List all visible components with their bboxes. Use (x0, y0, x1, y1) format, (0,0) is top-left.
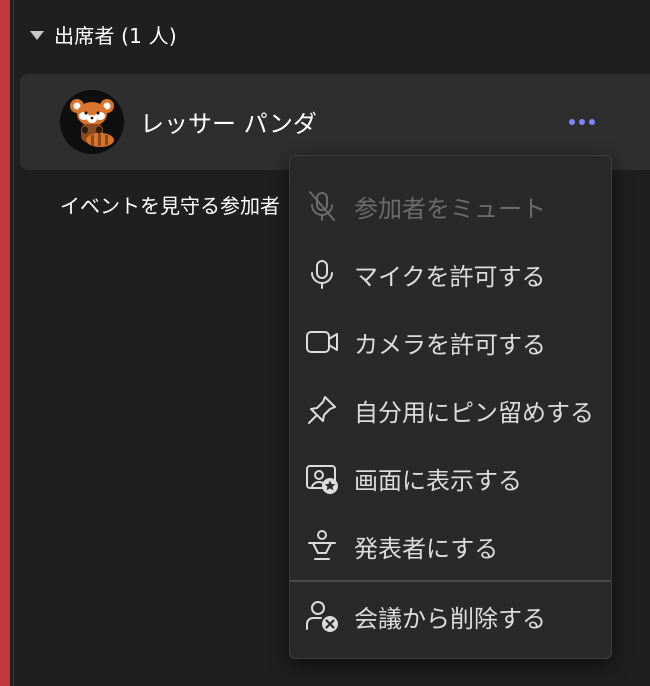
allow-camera-menu-item[interactable]: カメラを許可する (290, 314, 611, 370)
spotlight-menu-item[interactable]: 画面に表示する (290, 450, 611, 506)
spotlight-icon (305, 461, 339, 495)
red-panda-avatar (60, 90, 124, 154)
attendees-section-header[interactable]: 出席者 (1 人) (30, 18, 177, 50)
attendee-panel: 出席者 (1 人) レッサー パンダ イベントを見守る参加者 参加者をミュート … (0, 0, 650, 686)
participant-name: レッサー パンダ (140, 110, 317, 138)
accent-bar (0, 0, 10, 686)
remove-person-icon (305, 599, 339, 633)
more-options-icon-dot (589, 119, 595, 125)
menu-divider (290, 580, 611, 582)
mute-participant-label: 参加者をミュート (354, 194, 546, 223)
more-options-button[interactable] (560, 104, 604, 140)
spotlight-label: 画面に表示する (354, 466, 522, 495)
make-presenter-menu-item[interactable]: 発表者にする (290, 518, 611, 574)
more-options-icon (569, 119, 575, 125)
mute-participant-menu-item: 参加者をミュート (290, 178, 611, 234)
mic-off-icon (305, 189, 339, 223)
pin-for-me-menu-item[interactable]: 自分用にピン留めする (290, 382, 611, 438)
allow-mic-menu-item[interactable]: マイクを許可する (290, 246, 611, 302)
allow-camera-label: カメラを許可する (354, 330, 546, 359)
more-options-icon-dot (579, 119, 585, 125)
watching-participants-title: イベントを見守る参加者 (60, 194, 280, 218)
caret-down-icon[interactable] (30, 30, 44, 40)
mic-icon (305, 257, 339, 291)
pin-icon (305, 393, 339, 427)
attendees-section-title: 出席者 (1 人) (54, 23, 177, 48)
presenter-icon (305, 529, 339, 563)
pin-for-me-label: 自分用にピン留めする (354, 398, 594, 427)
allow-mic-label: マイクを許可する (354, 262, 546, 291)
remove-from-meeting-label: 会議から削除する (354, 604, 546, 633)
panel-divider (13, 0, 14, 686)
remove-from-meeting-menu-item[interactable]: 会議から削除する (290, 588, 611, 644)
camera-icon (305, 325, 339, 359)
participant-context-menu: 参加者をミュート マイクを許可する カメラを許可する 自分用にピン留めする 画面… (289, 155, 612, 659)
make-presenter-label: 発表者にする (354, 534, 499, 563)
